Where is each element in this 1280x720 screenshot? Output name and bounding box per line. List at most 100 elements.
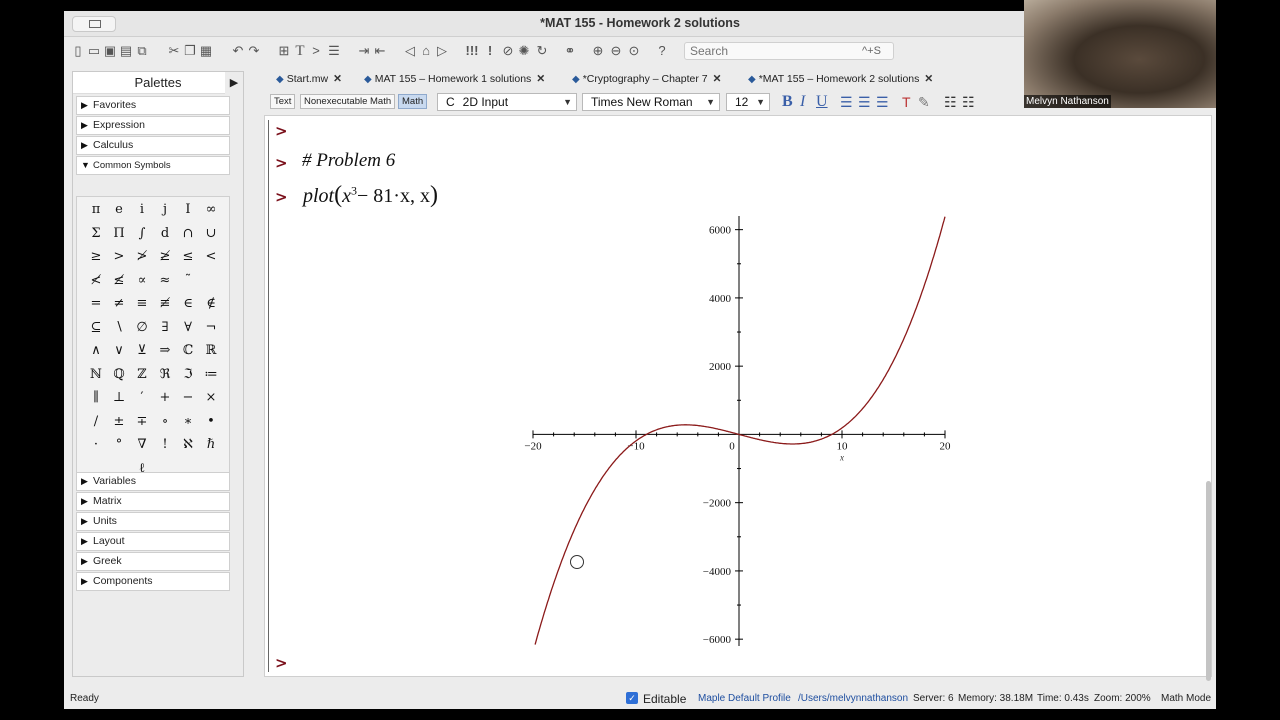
symbol-button[interactable]: ≢ (154, 293, 176, 315)
close-icon[interactable]: ✕ (924, 73, 933, 85)
font-size-select[interactable]: 12 ▼ (726, 93, 770, 111)
symbol-button[interactable]: ℏ (200, 434, 222, 456)
symbol-button[interactable]: ⊻ (131, 340, 153, 362)
palette-components[interactable]: ▶ Components (76, 572, 230, 591)
symbol-button[interactable]: ≔ (200, 364, 222, 386)
plot-command[interactable]: plot(x3− 81·x, x) (303, 182, 438, 209)
symbol-button[interactable]: ∩ (177, 223, 199, 245)
palette-matrix[interactable]: ▶ Matrix (76, 492, 230, 511)
vertical-scrollbar[interactable] (1206, 481, 1211, 681)
symbol-button[interactable]: ˜ (177, 270, 199, 292)
palette-layout[interactable]: ▶ Layout (76, 532, 230, 551)
bold-button[interactable]: B (782, 94, 793, 110)
export-icon[interactable]: ⧉ (134, 43, 150, 59)
symbol-button[interactable]: j (154, 199, 176, 221)
new-file-icon[interactable]: ▯ (70, 43, 86, 59)
editable-checkbox[interactable]: ✓ (626, 692, 638, 704)
prompt[interactable]: > (275, 188, 288, 206)
symbol-button[interactable]: ≡ (131, 293, 153, 315)
palette-favorites[interactable]: ▶ Favorites (76, 96, 230, 115)
symbol-button[interactable]: ∝ (131, 270, 153, 292)
zoom-reset-icon[interactable]: ⊙ (626, 43, 642, 59)
symbol-button[interactable]: ∫ (131, 223, 153, 245)
redo-icon[interactable]: ↷ (246, 43, 262, 59)
symbol-button[interactable]: ∞ (200, 199, 222, 221)
cut-icon[interactable]: ✂ (166, 43, 182, 59)
tab-homework-1[interactable]: ◆ MAT 155 – Homework 1 solutions ✕ (364, 70, 545, 89)
palette-units[interactable]: ▶ Units (76, 512, 230, 531)
symbol-button[interactable]: ′ (131, 387, 153, 409)
insert-math-icon[interactable]: ⊞ (276, 43, 292, 59)
close-icon[interactable]: ✕ (713, 73, 722, 85)
zoom-out-icon[interactable]: ⊖ (608, 43, 624, 59)
symbol-button[interactable]: ℵ (177, 434, 199, 456)
bullet-list-icon[interactable]: ☷ (944, 94, 957, 110)
symbol-button[interactable]: ∃ (154, 317, 176, 339)
highlight-icon[interactable]: ✎ (918, 94, 930, 110)
symbol-button[interactable]: ¬ (200, 317, 222, 339)
symbol-button[interactable]: ≠ (108, 293, 130, 315)
comment-line[interactable]: # Problem 6 (302, 150, 395, 172)
symbol-button[interactable]: ℜ (154, 364, 176, 386)
back-icon[interactable]: ◁ (402, 43, 418, 59)
symbol-button[interactable]: ∥ (85, 387, 107, 409)
symbol-button[interactable]: ℑ (177, 364, 199, 386)
symbol-button[interactable]: ≥ (85, 246, 107, 268)
font-select[interactable]: Times New Roman ▼ (582, 93, 720, 111)
symbol-button[interactable]: ℝ (200, 340, 222, 362)
symbol-button[interactable]: ± (108, 411, 130, 433)
save-icon[interactable]: ▣ (102, 43, 118, 59)
nonexecutable-math-button[interactable]: Nonexecutable Math (300, 94, 396, 109)
symbol-button[interactable]: d (154, 223, 176, 245)
palette-variables[interactable]: ▶ Variables (76, 472, 230, 491)
symbol-button[interactable]: > (108, 246, 130, 268)
symbol-button[interactable]: ℕ (85, 364, 107, 386)
restart-icon[interactable]: ↻ (534, 43, 550, 59)
symbol-button[interactable]: Π (108, 223, 130, 245)
execute-all-icon[interactable]: !!! (464, 43, 480, 59)
symbol-button[interactable]: ∓ (131, 411, 153, 433)
symbol-button[interactable]: i (131, 199, 153, 221)
worksheet[interactable]: > > # Problem 6 > plot(x3− 81·x, x) −20 −… (264, 115, 1212, 681)
symbol-button[interactable]: ∘ (154, 411, 176, 433)
symbol-button[interactable]: ≰ (108, 270, 130, 292)
outdent-icon[interactable]: ⇤ (372, 43, 388, 59)
link-icon[interactable]: ⚭ (562, 43, 578, 59)
profile-link[interactable]: Maple Default Profile (698, 693, 791, 704)
symbol-button[interactable]: ℂ (177, 340, 199, 362)
symbol-button[interactable]: π (85, 199, 107, 221)
palette-expression[interactable]: ▶ Expression (76, 116, 230, 135)
italic-button[interactable]: I (800, 94, 805, 110)
execute-icon[interactable]: ! (482, 43, 498, 59)
stop-icon[interactable]: ⊘ (500, 43, 516, 59)
symbol-button[interactable]: Σ (85, 223, 107, 245)
align-right-icon[interactable]: ☰ (876, 94, 889, 110)
symbol-button[interactable]: ≯ (131, 246, 153, 268)
math-mode-button[interactable]: Math (398, 94, 428, 109)
paste-icon[interactable]: ▦ (198, 43, 214, 59)
symbol-button[interactable]: = (85, 293, 107, 315)
tab-cryptography[interactable]: ◆ *Cryptography – Chapter 7 ✕ (572, 70, 721, 89)
symbol-button[interactable]: ⊥ (108, 387, 130, 409)
numbered-list-icon[interactable]: ☷ (962, 94, 975, 110)
zoom-icon[interactable]: ⊕ (590, 43, 606, 59)
insert-text-icon[interactable]: T (292, 43, 308, 59)
input-mode-select[interactable]: C 2D Input ▼ (437, 93, 577, 111)
close-icon[interactable]: ✕ (536, 73, 545, 85)
palette-greek[interactable]: ▶ Greek (76, 552, 230, 571)
symbol-button[interactable]: ! (154, 434, 176, 456)
symbol-button[interactable]: I (177, 199, 199, 221)
path-link[interactable]: /Users/melvynnathanson (798, 693, 908, 704)
forward-icon[interactable]: ▷ (434, 43, 450, 59)
text-color-icon[interactable]: T (902, 94, 911, 110)
undo-icon[interactable]: ↶ (230, 43, 246, 59)
open-folder-icon[interactable]: ▭ (86, 43, 102, 59)
symbol-button[interactable]: ∈ (177, 293, 199, 315)
close-icon[interactable]: ✕ (333, 73, 342, 85)
help-icon[interactable]: ? (654, 43, 670, 59)
copy-icon[interactable]: ❐ (182, 43, 198, 59)
symbol-button[interactable]: / (85, 411, 107, 433)
insert-prompt-icon[interactable]: > (308, 43, 324, 59)
symbol-button[interactable]: ⇒ (154, 340, 176, 362)
palettes-expand-icon[interactable]: ▶ (225, 72, 243, 94)
